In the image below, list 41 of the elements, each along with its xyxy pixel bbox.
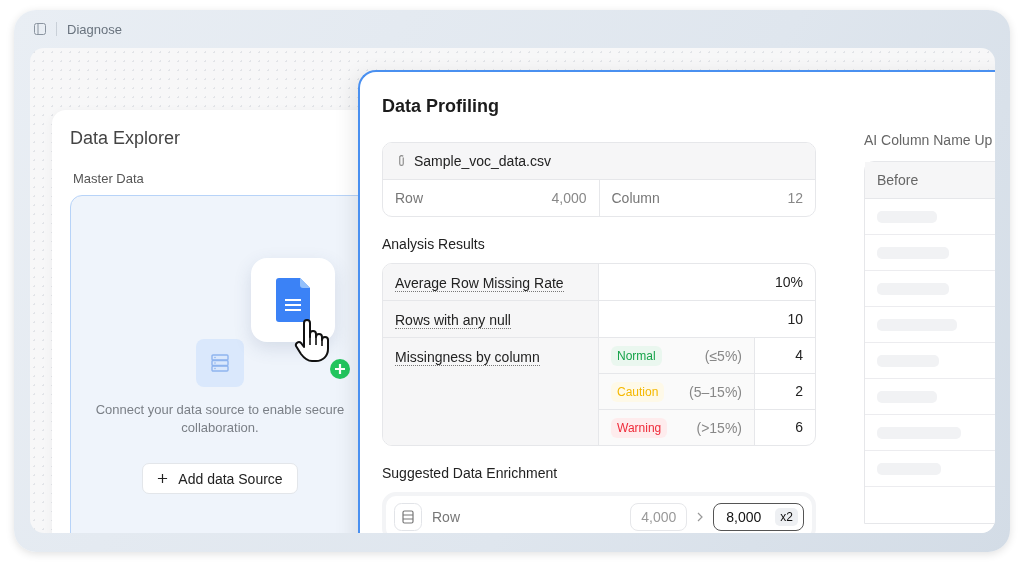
stat-value: 12 bbox=[787, 190, 803, 206]
current-value: 4,000 bbox=[630, 503, 688, 531]
metric-value: 10% bbox=[773, 273, 804, 292]
document-icon bbox=[276, 278, 310, 322]
range-text: (≤5%) bbox=[704, 347, 742, 364]
add-badge-icon bbox=[330, 359, 350, 379]
file-name: Sample_voc_data.csv bbox=[414, 153, 551, 169]
sidebar-toggle-icon[interactable] bbox=[34, 23, 46, 35]
stat-label: Column bbox=[611, 190, 660, 206]
enrichment-label: Row bbox=[432, 509, 460, 525]
section-heading: Suggested Data Enrichment bbox=[382, 465, 559, 481]
count-value: 4 bbox=[794, 346, 804, 365]
status-badge: Caution bbox=[611, 381, 665, 402]
add-source-button[interactable]: Add data Source bbox=[142, 463, 298, 494]
count-value: 6 bbox=[794, 418, 804, 437]
status-badge: Warning bbox=[611, 417, 668, 438]
count-value: 2 bbox=[794, 382, 804, 401]
section-heading: Analysis Results bbox=[382, 236, 486, 252]
stat-value: 4,000 bbox=[551, 190, 587, 206]
panel-title: Data Profiling bbox=[382, 96, 500, 117]
metric-value: 10 bbox=[786, 310, 804, 329]
metric-label: Missingness by column bbox=[395, 349, 540, 366]
metric-label: Average Row Missing Rate bbox=[395, 275, 564, 292]
hand-cursor-icon bbox=[294, 319, 330, 363]
multiplier-tag: x2 bbox=[775, 508, 798, 526]
plus-icon bbox=[157, 473, 169, 484]
target-value-field[interactable]: 8,000 x2 bbox=[713, 503, 804, 531]
range-text: (>15%) bbox=[696, 419, 742, 436]
server-icon bbox=[196, 339, 244, 387]
chevron-right-icon bbox=[697, 512, 704, 522]
stat-label: Row bbox=[395, 190, 423, 206]
status-badge: Normal bbox=[611, 345, 662, 366]
section-label: Master Data bbox=[73, 171, 145, 186]
connect-message: Connect your data source to enable secure collaboration. bbox=[95, 401, 345, 437]
card-title: Data Explorer bbox=[70, 127, 182, 149]
metric-label: Rows with any null bbox=[395, 312, 511, 329]
column-header: Before bbox=[877, 172, 919, 188]
page-title: Diagnose bbox=[67, 21, 122, 37]
paperclip-icon bbox=[397, 154, 406, 168]
section-heading: AI Column Name Up bbox=[864, 132, 994, 148]
range-text: (5–15%) bbox=[689, 383, 742, 400]
